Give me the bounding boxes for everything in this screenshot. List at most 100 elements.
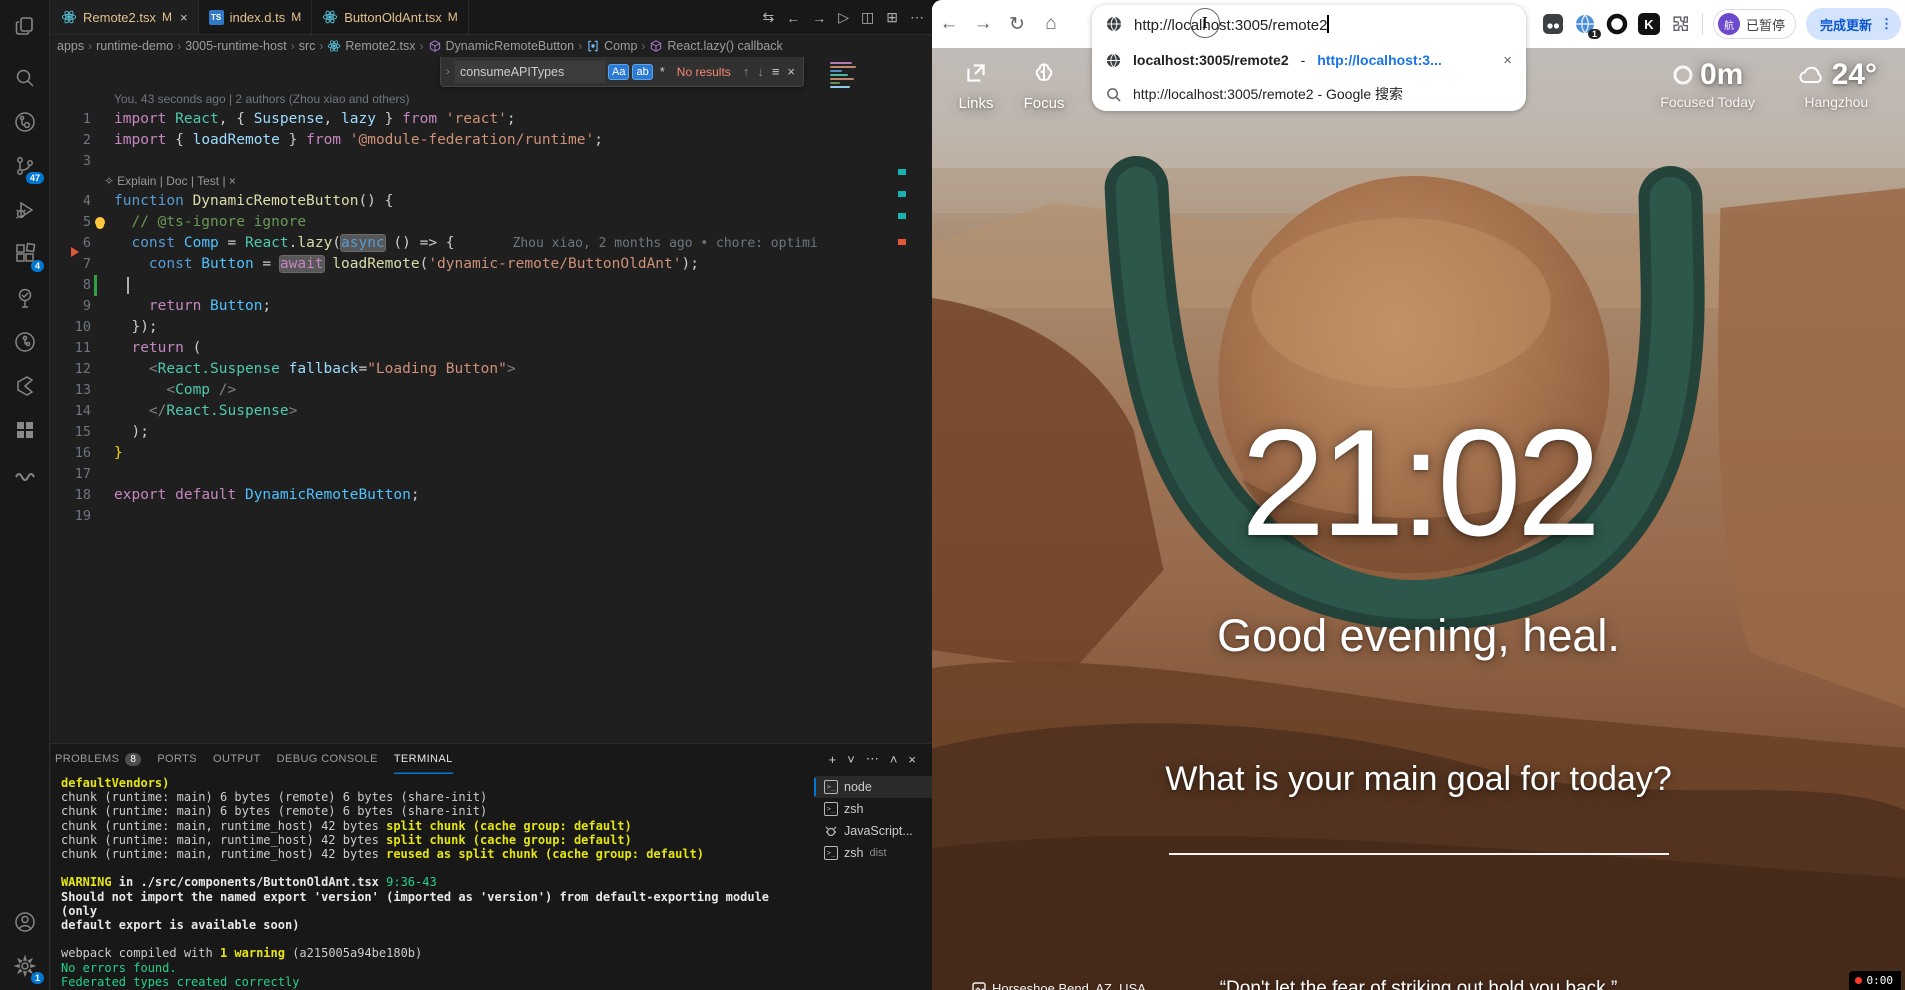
- globe-icon: [1106, 16, 1122, 32]
- code-line: 17: [51, 464, 932, 485]
- breadcrumb-separator: ›: [641, 39, 645, 53]
- breadcrumb-item[interactable]: src: [299, 39, 316, 53]
- panel-action-icon[interactable]: ×: [908, 752, 916, 767]
- goal-input[interactable]: [1169, 853, 1669, 855]
- breadcrumb-item[interactable]: apps: [57, 39, 84, 53]
- more-icon[interactable]: ⋯: [910, 9, 924, 26]
- activitybar-grid-icon[interactable]: [0, 410, 50, 450]
- activitybar-account-icon[interactable]: [0, 902, 50, 942]
- keploy-extension-icon[interactable]: K: [1638, 13, 1660, 35]
- cube-icon: [649, 39, 663, 53]
- line-number: 2: [51, 130, 91, 151]
- editor-tab[interactable]: Remote2.tsxM×: [51, 0, 199, 34]
- panel-action-icon[interactable]: ⋯: [866, 751, 879, 767]
- find-input[interactable]: consumeAPITypes: [455, 61, 605, 83]
- layout-icon[interactable]: ⊞: [886, 9, 898, 26]
- toolbar-separator: [1702, 13, 1703, 35]
- text-caret: [1327, 15, 1328, 33]
- line-number: 18: [51, 485, 91, 506]
- find-next-button[interactable]: ↓: [757, 64, 764, 79]
- panel-actions: + ˅ ⋯ ˄ ×: [829, 744, 916, 774]
- panel-tab-output[interactable]: OUTPUT: [213, 744, 261, 774]
- match-case-toggle[interactable]: Aa: [608, 64, 629, 80]
- line-number: 5: [51, 212, 91, 233]
- split-icon[interactable]: ◫: [861, 9, 874, 26]
- terminal-list-item[interactable]: >_node: [814, 776, 932, 798]
- find-prev-button[interactable]: ↑: [743, 64, 750, 79]
- weather-widget[interactable]: 24° Hangzhou: [1796, 58, 1877, 110]
- react-icon: [327, 39, 341, 53]
- extensions-puzzle-icon[interactable]: [1670, 13, 1692, 35]
- breadcrumb-item[interactable]: Comp: [604, 39, 637, 53]
- panel-action-icon[interactable]: +: [829, 752, 837, 767]
- home-button[interactable]: ⌂: [1034, 7, 1068, 41]
- translate-extension-icon[interactable]: 1: [1574, 13, 1596, 35]
- menu-dots-icon[interactable]: ⋮: [1880, 16, 1893, 32]
- activitybar-run-graph-icon[interactable]: [0, 102, 50, 142]
- panel-action-icon[interactable]: ˄: [890, 752, 898, 767]
- panel-tab-debug-console[interactable]: DEBUG CONSOLE: [277, 744, 378, 774]
- omnibox-suggestion[interactable]: localhost:3005/remote2 - http://localhos…: [1092, 43, 1526, 77]
- activitybar-wave-icon[interactable]: [0, 454, 50, 494]
- breadcrumb[interactable]: apps›runtime-demo›3005-runtime-host›src›…: [57, 36, 932, 56]
- back-icon[interactable]: ←: [786, 10, 800, 26]
- breadcrumb-item[interactable]: runtime-demo: [96, 39, 173, 53]
- paused-pill[interactable]: 航 已暂停: [1713, 9, 1796, 39]
- reload-button[interactable]: ↻: [1000, 7, 1034, 41]
- editor-tab[interactable]: ButtonOldAnt.tsxM: [312, 0, 469, 34]
- panel-tab-ports[interactable]: PORTS: [157, 744, 197, 774]
- finish-update-button[interactable]: 完成更新 ⋮: [1806, 8, 1901, 40]
- recording-dot-icon: [1855, 977, 1862, 984]
- address-bar[interactable]: http://localhost:3005/remote2: [1092, 5, 1526, 43]
- activitybar-testing-icon[interactable]: [0, 278, 50, 318]
- react-icon: [322, 9, 338, 25]
- ring-extension-icon[interactable]: [1606, 13, 1628, 35]
- lightbulb-icon[interactable]: [95, 217, 105, 227]
- terminal-list-item[interactable]: JavaScript...: [814, 820, 932, 842]
- back-button[interactable]: ←: [932, 7, 966, 41]
- panel-action-icon[interactable]: ˅: [847, 752, 855, 767]
- activitybar-extensions-icon[interactable]: 4: [0, 234, 50, 274]
- panel-tab-terminal[interactable]: TERMINAL: [394, 744, 453, 774]
- code-line: 1import React, { Suspense, lazy } from '…: [51, 109, 932, 130]
- activitybar-run-debug-icon[interactable]: [0, 190, 50, 230]
- code-line: 10 });: [51, 317, 932, 338]
- breadcrumb-item[interactable]: DynamicRemoteButton: [446, 39, 575, 53]
- breadcrumb-item[interactable]: Remote2.tsx: [345, 39, 415, 53]
- run-icon[interactable]: ▷: [838, 9, 849, 26]
- whole-word-toggle[interactable]: ab: [632, 64, 652, 80]
- forward-button[interactable]: →: [966, 7, 1000, 41]
- forward-icon[interactable]: →: [812, 10, 826, 26]
- terminal-line: Federated types created correctly: [61, 975, 812, 989]
- find-collapse-chevron[interactable]: ›: [441, 57, 455, 86]
- terminal-icon: >_: [824, 846, 838, 860]
- editor-tab[interactable]: TSindex.d.tsM: [199, 0, 313, 34]
- breadcrumb-item[interactable]: 3005-runtime-host: [185, 39, 286, 53]
- compare-icon[interactable]: ⇆: [763, 9, 775, 26]
- regex-toggle[interactable]: *: [656, 62, 669, 81]
- activitybar-keploy-icon[interactable]: [0, 366, 50, 406]
- close-tab-icon[interactable]: ×: [180, 10, 188, 25]
- files-icon[interactable]: [0, 6, 50, 46]
- url-text[interactable]: http://localhost:3005/remote2: [1134, 17, 1327, 34]
- activitybar-search-icon[interactable]: [0, 58, 50, 98]
- code-editor[interactable]: › consumeAPITypes Aa ab * No results ↑ ↓…: [51, 57, 932, 743]
- panel-tab-problems[interactable]: PROBLEMS8: [55, 744, 141, 774]
- activitybar-source-control-icon[interactable]: 47: [0, 146, 50, 186]
- focus-button[interactable]: Focus: [1014, 60, 1074, 112]
- find-in-selection-button[interactable]: ≡: [772, 64, 780, 79]
- dots-extension-icon[interactable]: [1542, 13, 1564, 35]
- activitybar-settings-icon[interactable]: 1: [0, 946, 50, 986]
- omnibox-suggestion[interactable]: http://localhost:3005/remote2 - Google 搜…: [1092, 77, 1526, 111]
- terminal-list-item[interactable]: >_zsh: [814, 798, 932, 820]
- find-close-button[interactable]: ×: [787, 64, 795, 79]
- terminal-output[interactable]: defaultVendors)chunk (runtime: main) 6 b…: [61, 776, 812, 990]
- activitybar-timeline-icon[interactable]: [0, 322, 50, 362]
- focus-ring-icon: [1672, 64, 1694, 86]
- remove-suggestion-icon[interactable]: ×: [1503, 52, 1512, 69]
- breadcrumb-item[interactable]: React.lazy() callback: [667, 39, 782, 53]
- terminal-list-item[interactable]: >_zshdist: [814, 842, 932, 864]
- links-button[interactable]: Links: [946, 60, 1006, 112]
- focused-today-stat[interactable]: 0m Focused Today: [1660, 58, 1755, 110]
- codelens-actions[interactable]: ✧Explain | Doc | Test | ×: [51, 172, 932, 191]
